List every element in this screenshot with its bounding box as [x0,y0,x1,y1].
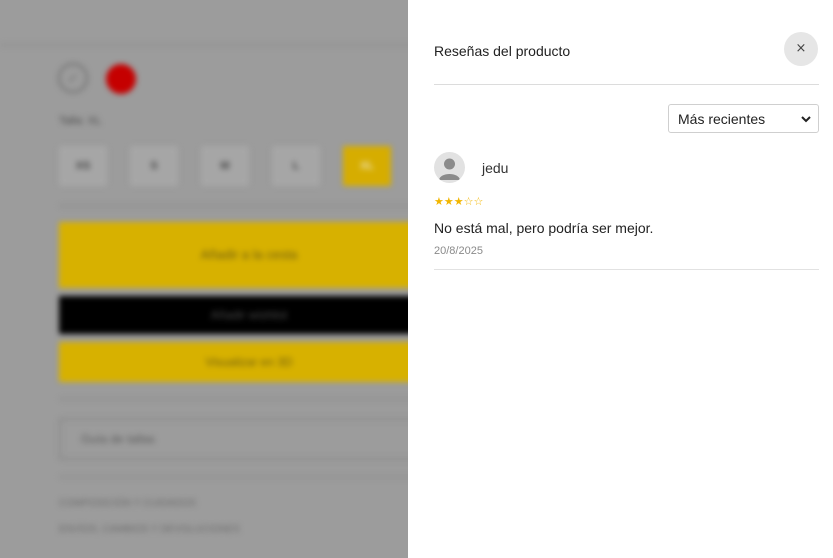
chevron-down-icon [801,116,811,123]
star-rating: ★★★☆☆ [434,195,484,208]
user-avatar-icon [434,152,465,183]
panel-divider [434,84,819,85]
review-text: No está mal, pero podría ser mejor. [434,220,654,236]
background-divider [59,476,408,478]
close-icon: × [795,41,807,56]
view-3d-button[interactable]: Visualizar en 3D [59,342,408,382]
background-divider [59,205,408,207]
sort-select-value: Más recientes [678,111,766,127]
background-product-page: ✓ Talla: XL XS S M L XL Añadir a la cest… [0,0,408,558]
composition-care-link[interactable]: COMPOSICIÓN Y CUIDADOS [59,498,196,509]
close-button[interactable]: × [784,32,818,66]
size-option-s[interactable]: S [130,146,178,186]
add-to-cart-button[interactable]: Añadir a la cesta [59,222,408,288]
size-option-l[interactable]: L [272,146,320,186]
background-content: ✓ Talla: XL XS S M L XL Añadir a la cest… [0,0,408,558]
color-swatch-selected[interactable]: ✓ [58,63,88,93]
shipping-returns-link[interactable]: ENVÍOS, CAMBIOS Y DEVOLUCIONES [59,524,240,535]
color-swatch-red[interactable] [106,64,136,94]
review-item: jedu ★★★☆☆ No está mal, pero podría ser … [434,152,819,270]
size-option-xl[interactable]: XL [343,146,391,186]
size-option-xs[interactable]: XS [59,146,107,186]
panel-title: Reseñas del producto [434,43,571,59]
size-option-m[interactable]: M [201,146,249,186]
size-guide-button[interactable]: Guía de tallas [59,418,408,460]
sort-select[interactable]: Más recientes [668,104,819,133]
size-label: Talla: XL [59,115,102,127]
review-date: 20/8/2025 [434,245,483,257]
background-divider [59,398,408,400]
background-header-divider [0,44,408,46]
reviews-panel: Reseñas del producto × Más recientes jed… [408,0,833,558]
reviewer-name: jedu [482,160,509,176]
add-to-wishlist-button[interactable]: Añadir wishlist [59,296,408,334]
